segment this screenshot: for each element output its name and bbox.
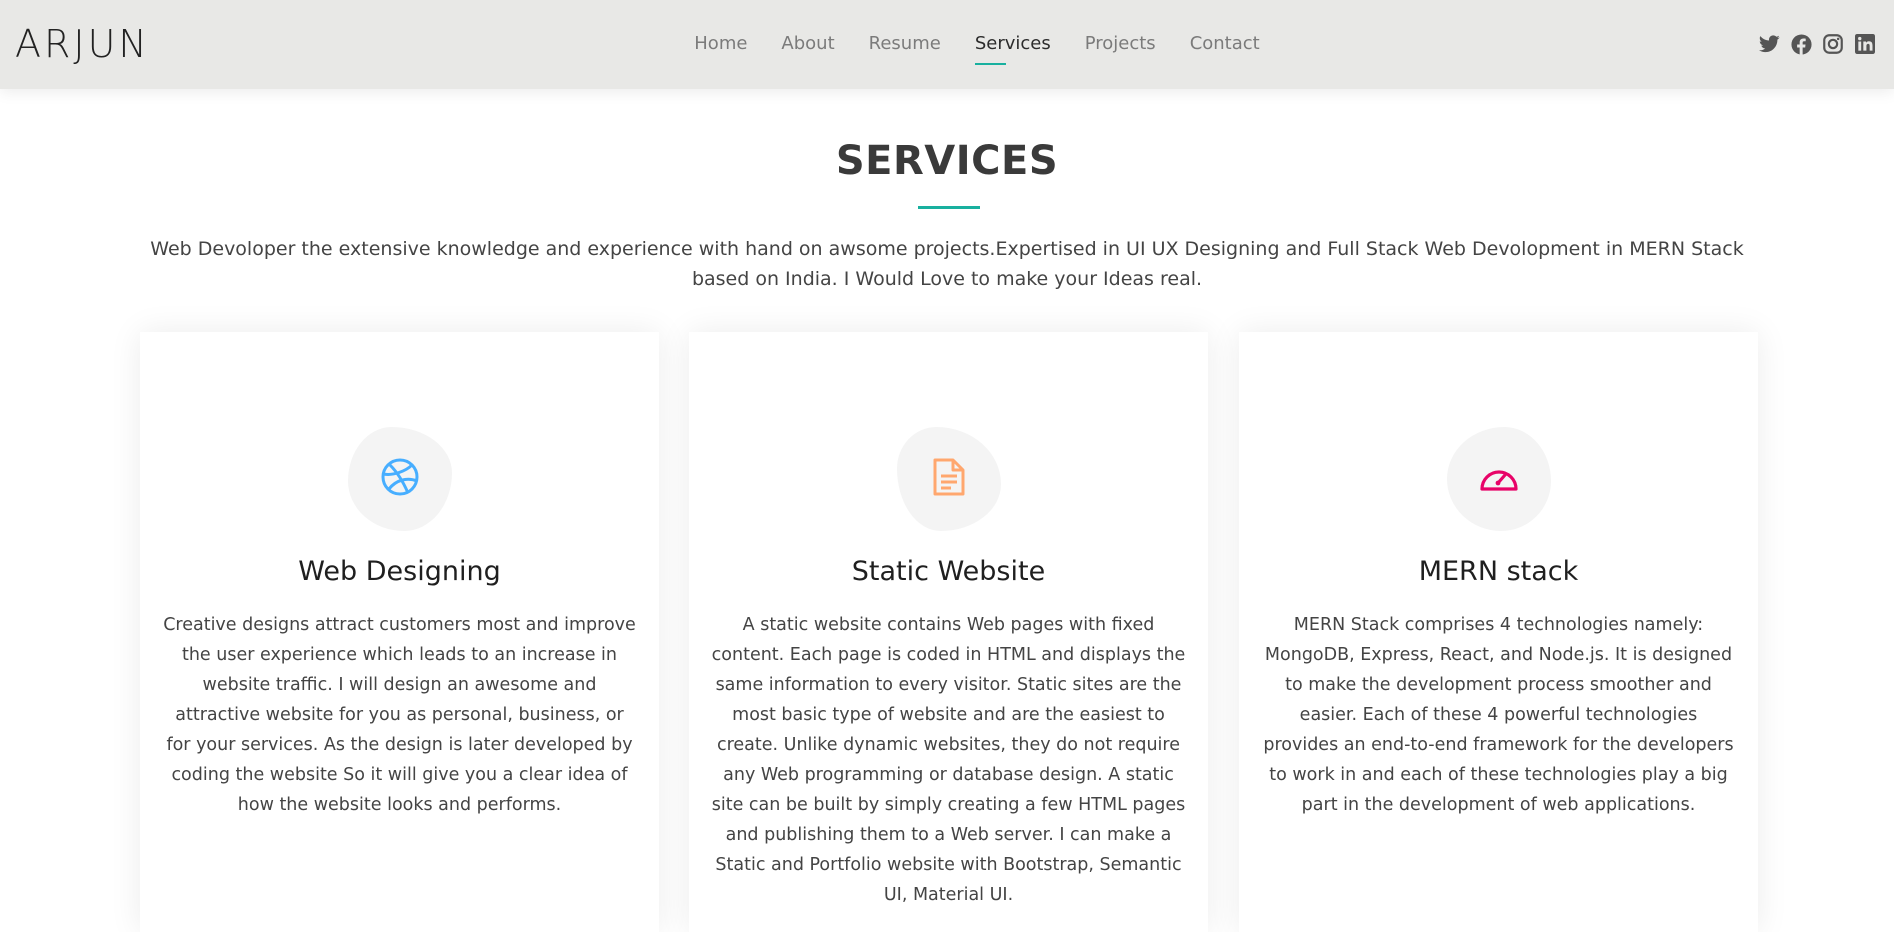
linkedin-icon[interactable] xyxy=(1854,33,1876,55)
section-intro: Web Devoloper the extensive knowledge an… xyxy=(150,238,1744,290)
service-card-web-designing[interactable]: Web Designing Creative designs attract c… xyxy=(140,332,659,932)
title-underline xyxy=(918,206,980,209)
nav-home[interactable]: Home xyxy=(694,30,747,58)
card-description: A static website contains Web pages with… xyxy=(711,615,1186,905)
main-nav: Home About Resume Services Projects Cont… xyxy=(0,30,1894,65)
card-title: Web Designing xyxy=(298,556,501,587)
document-icon xyxy=(932,457,966,501)
speedometer-icon xyxy=(1478,461,1520,497)
card-title: MERN stack xyxy=(1418,556,1579,587)
twitter-icon[interactable] xyxy=(1758,33,1780,55)
icon-blob xyxy=(896,427,1001,531)
service-card-mern-stack[interactable]: MERN stack MERN Stack comprises 4 techno… xyxy=(1239,332,1758,932)
nav-services[interactable]: Services xyxy=(974,30,1051,65)
instagram-icon[interactable] xyxy=(1822,33,1844,55)
section-title: SERVICES xyxy=(835,138,1059,184)
icon-blob xyxy=(347,427,452,531)
card-title: Static Website xyxy=(851,556,1046,587)
nav-resume[interactable]: Resume xyxy=(869,30,941,58)
nav-contact[interactable]: Contact xyxy=(1190,30,1260,58)
facebook-icon[interactable] xyxy=(1790,33,1812,55)
social-links xyxy=(1758,33,1876,55)
service-card-static-website[interactable]: Static Website A static website contains… xyxy=(689,332,1208,932)
nav-about[interactable]: About xyxy=(781,30,834,58)
card-description: Creative designs attract customers most … xyxy=(163,615,636,815)
site-header: ARJUN Home About Resume Services Project… xyxy=(0,0,1894,89)
dribbble-icon xyxy=(380,457,420,501)
nav-projects[interactable]: Projects xyxy=(1085,30,1156,58)
card-description: MERN Stack comprises 4 technologies name… xyxy=(1263,615,1734,815)
icon-blob xyxy=(1446,427,1551,531)
